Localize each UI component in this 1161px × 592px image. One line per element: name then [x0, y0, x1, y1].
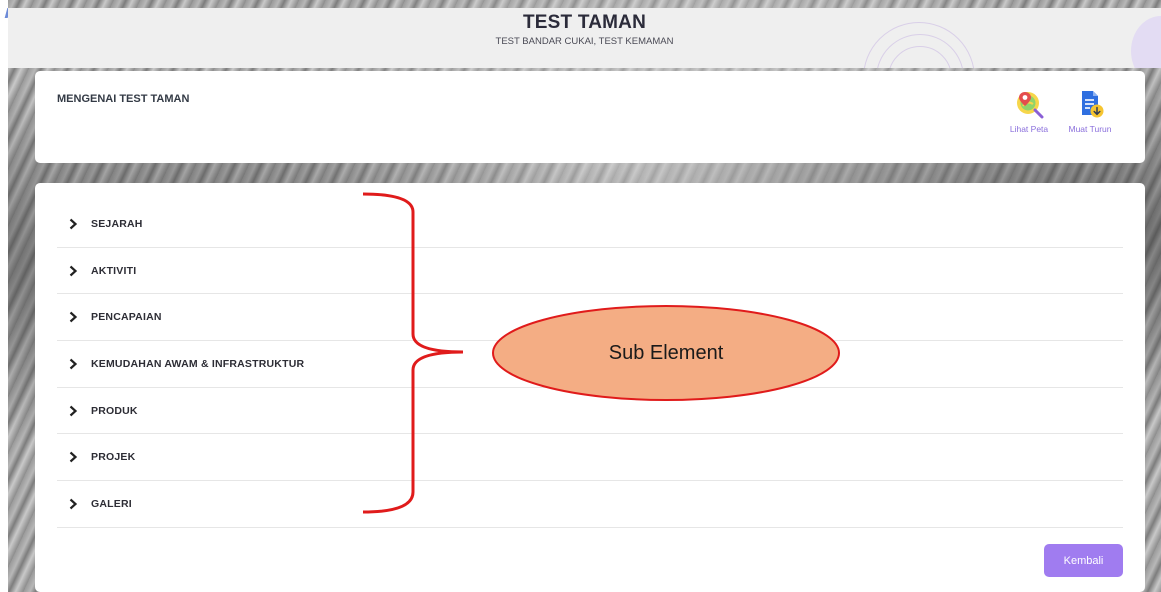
section-label: KEMUDAHAN AWAM & INFRASTRUKTUR: [91, 357, 305, 370]
section-label: GALERI: [91, 497, 132, 510]
back-button[interactable]: Kembali: [1044, 544, 1123, 577]
view-map-button[interactable]: Lihat Peta: [1003, 89, 1055, 134]
section-pencapaian[interactable]: PENCAPAIAN: [57, 294, 1123, 342]
chevron-right-icon: [69, 265, 78, 276]
page-subtitle: TEST BANDAR CUKAI, TEST KEMAMAN: [495, 36, 674, 47]
page-header: TEST TAMAN TEST BANDAR CUKAI, TEST KEMAM…: [8, 8, 1161, 68]
chevron-right-icon: [69, 358, 78, 370]
section-aktiviti[interactable]: AKTIVITI: [57, 248, 1123, 295]
chevron-right-icon: [69, 218, 78, 230]
section-projek[interactable]: PROJEK: [57, 434, 1123, 482]
section-produk[interactable]: PRODUK: [57, 388, 1123, 435]
download-document-icon: [1082, 91, 1104, 118]
chevron-right-icon: [69, 498, 78, 510]
section-label: SEJARAH: [91, 217, 143, 230]
section-label: PROJEK: [91, 451, 136, 464]
section-galeri[interactable]: GALERI: [57, 481, 1123, 528]
sections-accordion: SEJARAH AKTIVITI PENCAPAIAN KEMUDAHAN AW…: [57, 201, 1123, 528]
section-sejarah[interactable]: SEJARAH: [57, 201, 1123, 248]
left-edge: [0, 0, 11, 592]
chevron-right-icon: [69, 405, 78, 416]
section-label: PENCAPAIAN: [91, 311, 162, 324]
download-label: Muat Turun: [1068, 124, 1112, 134]
map-search-icon: [1017, 92, 1044, 119]
about-card: MENGENAI TEST TAMAN Lihat Peta Muat Turu…: [35, 71, 1145, 163]
view-map-label: Lihat Peta: [1009, 124, 1049, 134]
section-label: AKTIVITI: [91, 264, 137, 277]
sections-card: SEJARAH AKTIVITI PENCAPAIAN KEMUDAHAN AW…: [35, 183, 1145, 592]
section-kemudahan-awam[interactable]: KEMUDAHAN AWAM & INFRASTRUKTUR: [57, 341, 1123, 388]
chevron-right-icon: [69, 451, 78, 463]
download-button[interactable]: Muat Turun: [1061, 89, 1119, 134]
page-title: TEST TAMAN: [522, 12, 647, 33]
chevron-right-icon: [69, 311, 78, 323]
section-label: PRODUK: [91, 404, 138, 417]
about-title: MENGENAI TEST TAMAN: [57, 93, 190, 105]
